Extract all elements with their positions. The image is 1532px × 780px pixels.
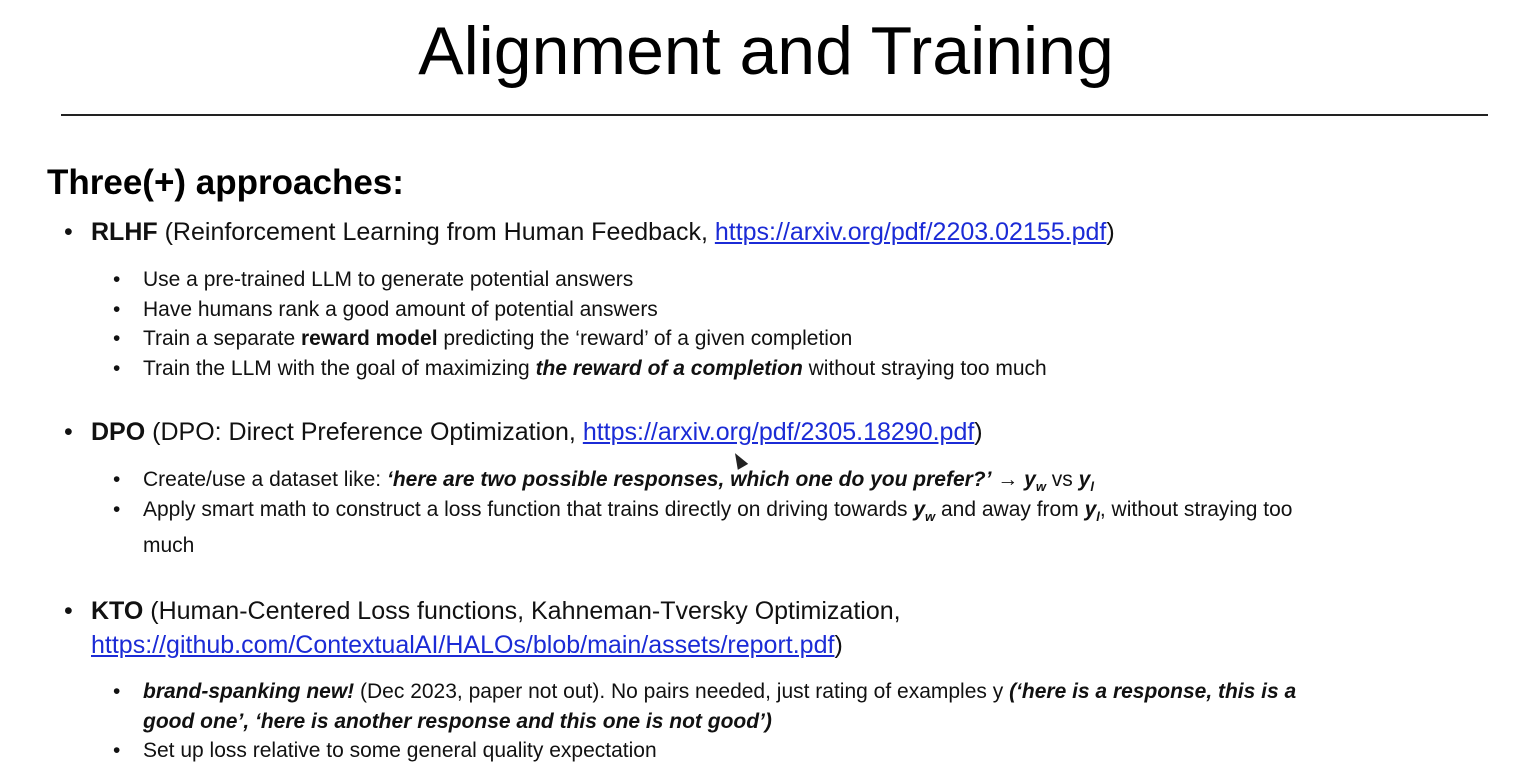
bullet: • — [64, 418, 73, 446]
rlhf-bullet-3: • Train a separate reward model predicti… — [113, 324, 852, 354]
bullet: • — [113, 739, 121, 762]
rlhf-name: RLHF — [91, 218, 158, 246]
kto-desc: (Human-Centered Loss functions, Kahneman… — [143, 597, 901, 625]
subscript-l: l — [1090, 479, 1094, 494]
bullet: • — [113, 498, 121, 521]
bullet: • — [113, 468, 121, 491]
rlhf-paper-link[interactable]: https://arxiv.org/pdf/2203.02155.pdf — [715, 218, 1106, 246]
title-divider — [61, 114, 1488, 116]
kto-bullet-2: • Set up loss relative to some general q… — [113, 736, 657, 766]
emphasis-text: (‘here is a response, this is a — [1009, 680, 1297, 703]
kto-bullet-1: • brand-spanking new! (Dec 2023, paper n… — [113, 677, 1513, 737]
text-segment: predicting the ‘reward’ of a given compl… — [437, 327, 853, 350]
dpo-close: ) — [974, 418, 983, 446]
kto-item: • KTO (Human-Centered Loss functions, Kah… — [64, 597, 901, 626]
section-heading: Three(+) approaches: — [47, 163, 404, 202]
kto-name: KTO — [91, 597, 144, 625]
emphasis-text: the reward of a completion — [535, 357, 803, 380]
dpo-bullet-2-text: Apply smart math to construct a loss fun… — [113, 495, 1513, 532]
text-segment: (Dec 2023, paper not out). No pairs need… — [354, 680, 1010, 703]
arrow-text: → — [991, 468, 1025, 491]
kto-bullet-2-text: Set up loss relative to some general qua… — [143, 739, 657, 762]
rlhf-bullet-4: • Train the LLM with the goal of maximiz… — [113, 354, 1047, 384]
bullet: • — [113, 357, 121, 380]
rlhf-item: • RLHF (Reinforcement Learning from Human… — [64, 218, 1115, 247]
bullet: • — [113, 268, 121, 291]
subscript-w: w — [1035, 479, 1046, 494]
text-segment: vs — [1045, 468, 1079, 491]
y-symbol: y — [1024, 468, 1036, 491]
rlhf-close: ) — [1106, 218, 1115, 246]
emphasis-text: ‘here are two possible responses, which … — [386, 468, 992, 491]
rlhf-bullet-2: • Have humans rank a good amount of pote… — [113, 295, 658, 325]
rlhf-bullet-3-text: Train a separate reward model predicting… — [113, 324, 852, 354]
kto-report-link[interactable]: https://github.com/ContextualAI/HALOs/bl… — [91, 631, 834, 659]
y-symbol: y — [1084, 498, 1097, 521]
reward-model-term: reward model — [300, 327, 438, 350]
rlhf-bullet-1: • Use a pre-trained LLM to generate pote… — [113, 265, 633, 295]
text-segment: Train the LLM with the goal of maximizin… — [143, 357, 536, 380]
bullet: • — [64, 597, 73, 625]
text-segment: without straying too much — [802, 357, 1047, 380]
rlhf-bullet-2-text: Have humans rank a good amount of potent… — [143, 298, 658, 321]
text-segment: , without straying too — [1099, 498, 1293, 521]
bullet: • — [64, 218, 73, 246]
subscript-w: w — [925, 509, 936, 524]
dpo-name: DPO — [91, 418, 146, 446]
text-segment: Train a separate — [143, 327, 301, 350]
kto-close: ) — [834, 631, 843, 659]
rlhf-desc: (Reinforcement Learning from Human Feedb… — [157, 218, 715, 246]
kto-bullet-1-text: brand-spanking new! (Dec 2023, paper not… — [113, 677, 1513, 737]
dpo-bullet-2: • Apply smart math to construct a loss f… — [113, 495, 1513, 532]
emphasis-text: brand-spanking new! — [143, 680, 355, 703]
dpo-desc: (DPO: Direct Preference Optimization, — [145, 418, 583, 446]
dpo-bullet-2-continuation: much — [143, 534, 195, 557]
bullet: • — [113, 327, 121, 350]
dpo-item: • DPO (DPO: Direct Preference Optimizatio… — [64, 418, 983, 447]
text-segment: Apply smart math to construct a loss fun… — [143, 498, 914, 521]
rlhf-bullet-4-text: Train the LLM with the goal of maximizin… — [113, 354, 1047, 384]
rlhf-bullet-1-text: Use a pre-trained LLM to generate potent… — [143, 268, 634, 291]
bullet: • — [113, 680, 121, 703]
dpo-paper-link[interactable]: https://arxiv.org/pdf/2305.18290.pdf — [583, 418, 974, 446]
text-segment: and away from — [935, 498, 1085, 521]
y-symbol: y — [913, 498, 926, 521]
bullet: • — [113, 298, 121, 321]
y-symbol: y — [1078, 468, 1091, 491]
dpo-bullet-2-cont: much — [113, 531, 194, 561]
emphasis-text: good one’, ‘here is another response and… — [143, 710, 772, 733]
kto-link-line: https://github.com/ContextualAI/HALOs/bl… — [91, 631, 843, 660]
page-title: Alignment and Training — [418, 13, 1114, 89]
text-segment: Create/use a dataset like: — [143, 468, 387, 491]
